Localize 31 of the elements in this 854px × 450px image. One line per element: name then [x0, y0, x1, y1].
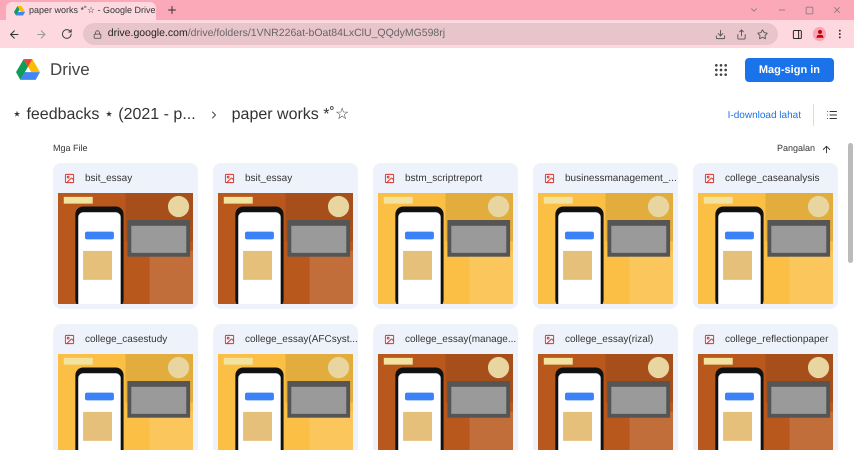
file-card[interactable]: bsit_essay — [213, 163, 358, 309]
tab-title: paper works *˚☆ - Google Drive — [29, 4, 156, 18]
file-name: college_caseanalysis — [725, 172, 820, 186]
file-card[interactable]: bsit_essay — [53, 163, 198, 309]
file-name: college_reflectionpaper — [725, 332, 828, 346]
file-card[interactable]: college_caseanalysis — [693, 163, 838, 309]
file-name: bsit_essay — [85, 172, 132, 186]
file-name: college_essay(manage... — [405, 332, 516, 346]
url-text: drive.google.com/drive/folders/1VNR226at-bOat84LxClU_QQdyMG598rj — [108, 26, 446, 42]
file-card[interactable]: businessmanagement_... — [533, 163, 678, 309]
browser-tab[interactable]: paper works *˚☆ - Google Drive — [6, 2, 156, 20]
file-card[interactable]: college_essay(AFCsyst... — [213, 324, 358, 450]
section-title: Mga File — [53, 142, 88, 156]
breadcrumb-item[interactable]: paper works *˚☆ — [232, 103, 349, 127]
file-card[interactable]: college_essay(rizal) — [533, 324, 678, 450]
app-name: Drive — [50, 59, 90, 82]
address-bar[interactable]: drive.google.com/drive/folders/1VNR226at-bOat84LxClU_QQdyMG598rj — [82, 23, 778, 45]
file-name: college_essay(rizal) — [565, 332, 654, 346]
file-name: college_essay(AFCsyst... — [245, 332, 358, 346]
file-name: college_casestudy — [85, 332, 168, 346]
file-card[interactable]: bstm_scriptreport — [373, 163, 518, 309]
file-name: businessmanagement_... — [565, 172, 677, 186]
file-name: bstm_scriptreport — [405, 172, 482, 186]
file-name: bsit_essay — [245, 172, 292, 186]
file-card[interactable]: college_essay(manage... — [373, 324, 518, 450]
breadcrumb-item[interactable]: ⋆ feedbacks ⋆ (2021 - p... — [12, 103, 196, 127]
sort-label[interactable]: Pangalan — [776, 142, 815, 156]
download-all-link[interactable]: I-download lahat — [728, 108, 801, 122]
sign-in-button[interactable]: Mag-sign in — [744, 58, 834, 82]
file-card[interactable]: college_reflectionpaper — [693, 324, 838, 450]
file-card[interactable]: college_casestudy — [53, 324, 198, 450]
